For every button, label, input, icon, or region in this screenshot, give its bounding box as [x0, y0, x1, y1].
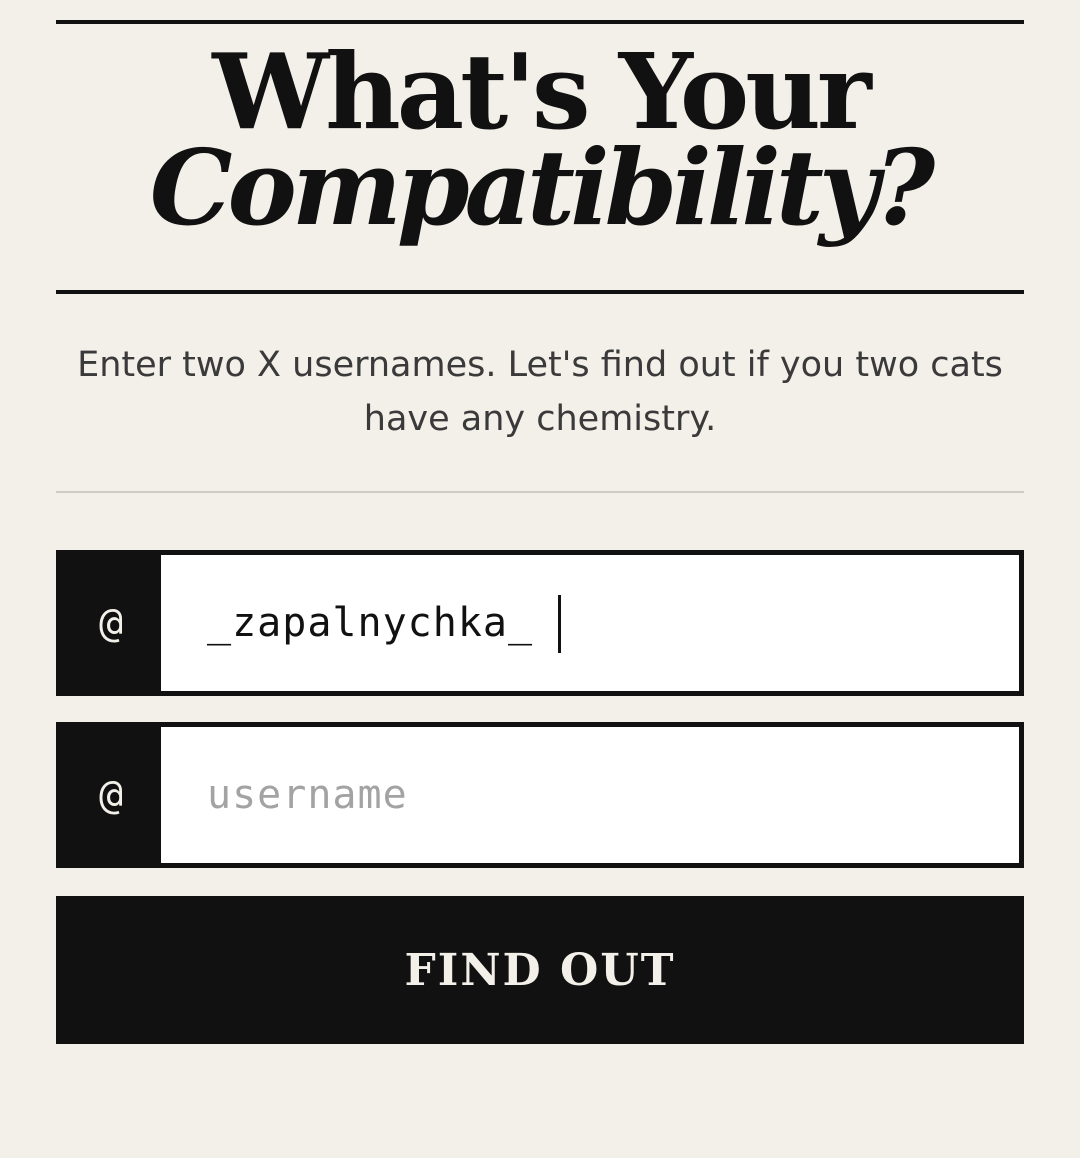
find-out-button[interactable]: FIND OUT [56, 896, 1024, 1044]
intro-text: Enter two X usernames. Let's find out if… [77, 345, 1003, 439]
at-prefix: @ [61, 727, 161, 863]
section-divider [56, 491, 1024, 493]
username-input-1[interactable] [161, 555, 1019, 691]
username-field-2: @ [56, 722, 1024, 868]
page-title: What's Your Compatibility? [56, 40, 1024, 240]
top-divider [56, 20, 1024, 24]
text-cursor [558, 595, 561, 653]
at-prefix: @ [61, 555, 161, 691]
title-line-2: Compatibility? [149, 126, 935, 249]
username-input-2[interactable] [161, 727, 1019, 863]
title-divider [56, 290, 1024, 294]
username-field-1: @ [56, 550, 1024, 696]
